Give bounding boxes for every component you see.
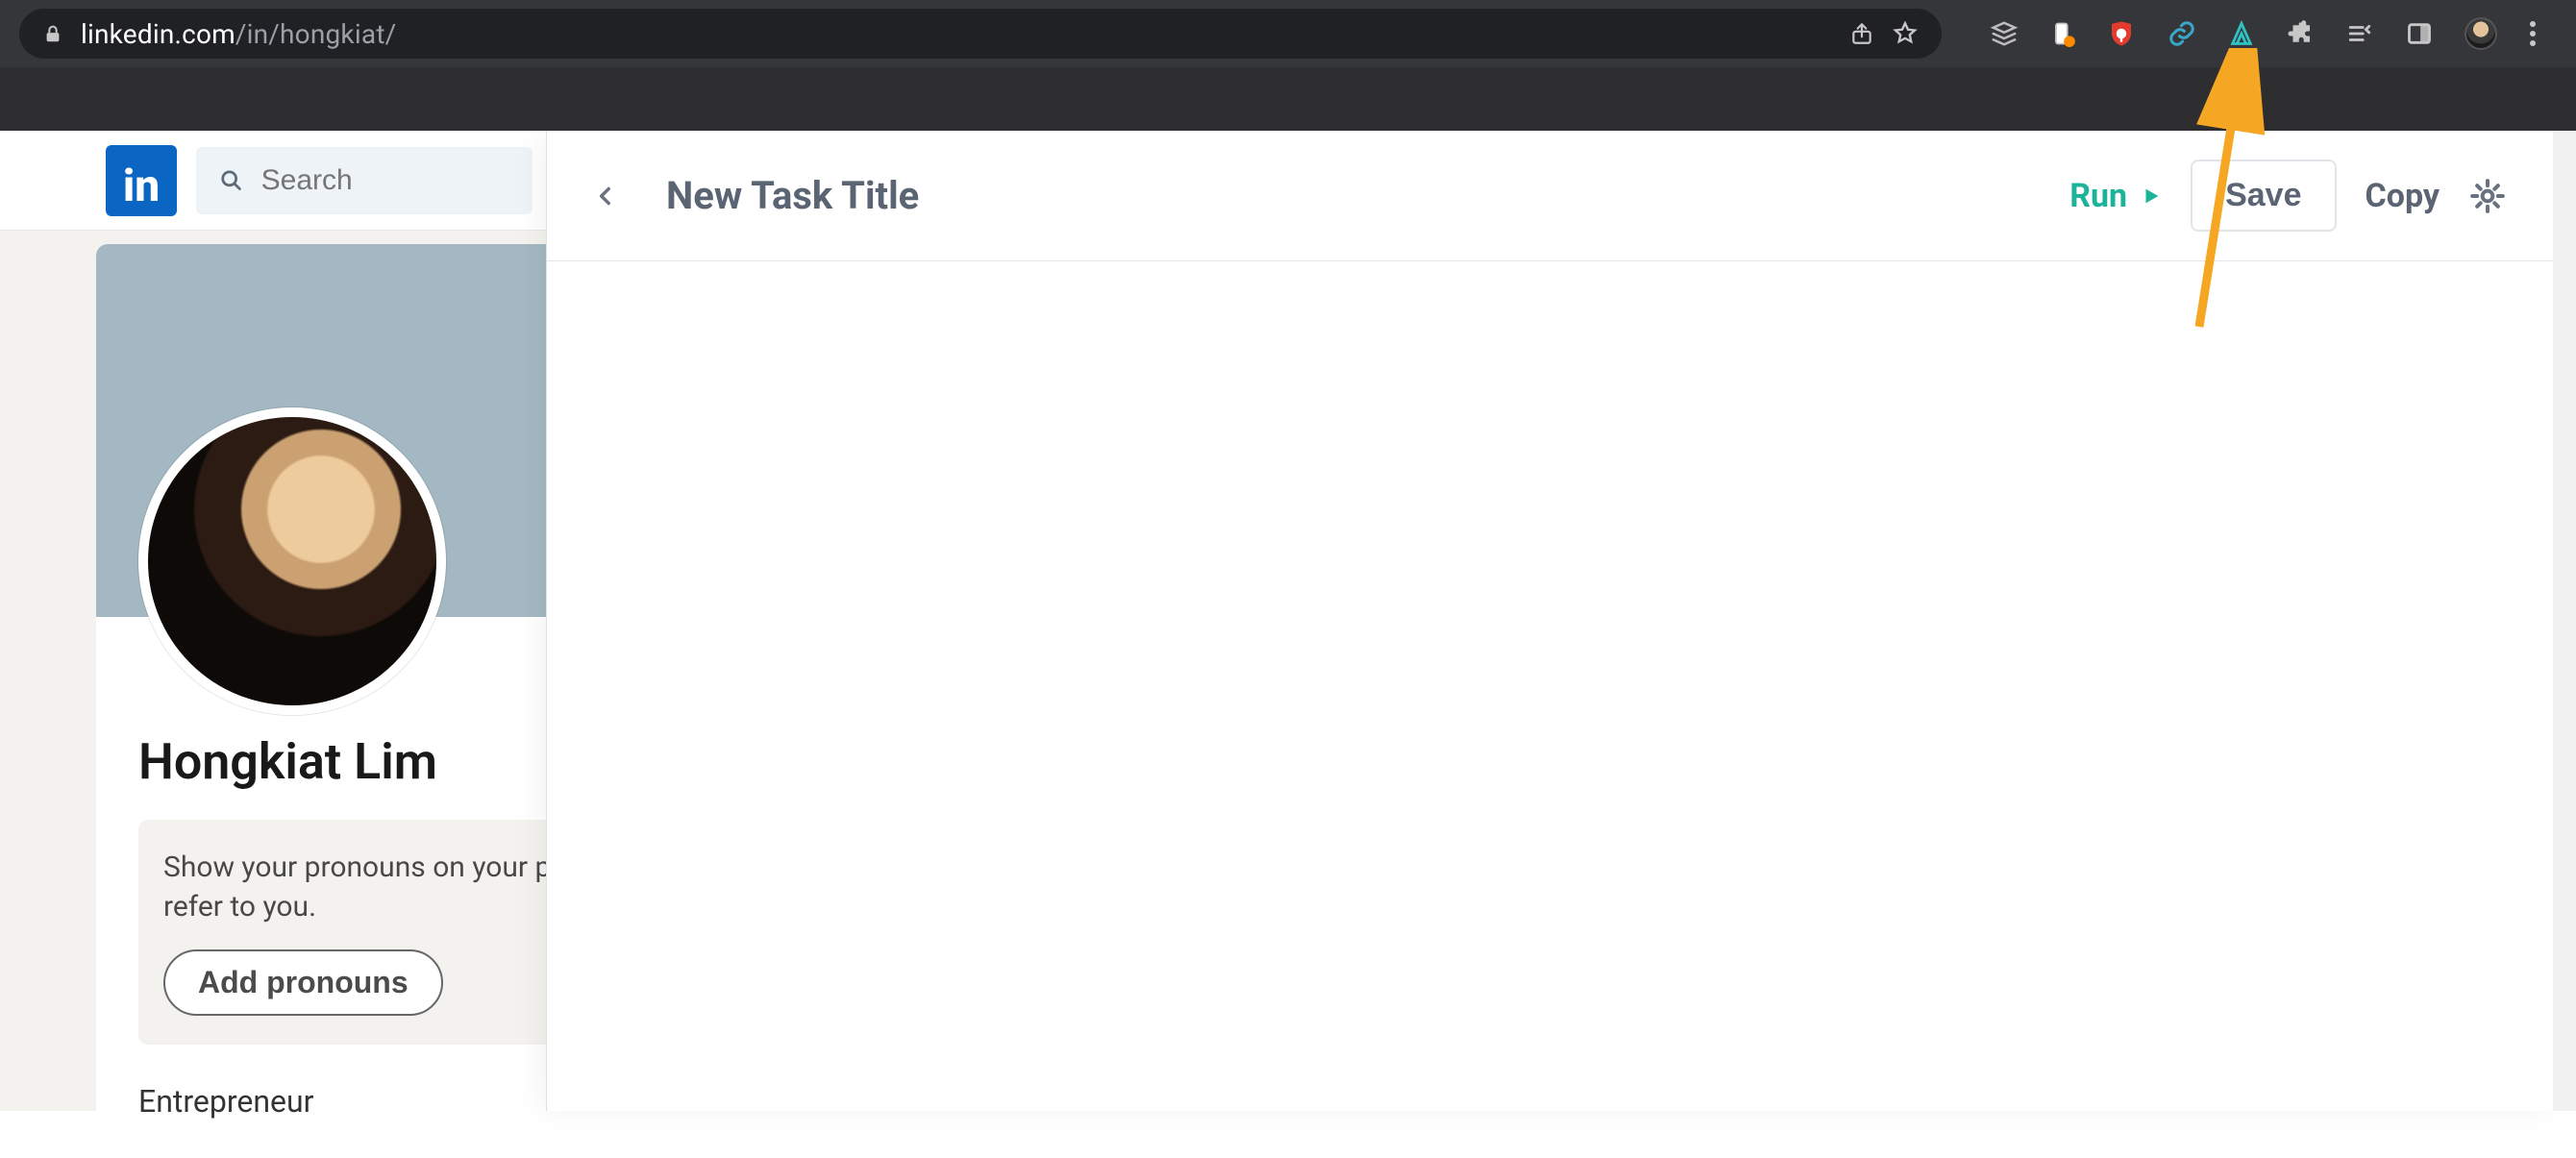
search-input[interactable]	[261, 164, 509, 197]
profile-avatar-icon[interactable]	[2465, 17, 2497, 50]
share-icon[interactable]	[1849, 21, 1874, 46]
address-bar[interactable]: linkedin.com/in/hongkiat/	[19, 9, 1942, 59]
orange-badge-icon[interactable]	[2049, 19, 2076, 48]
pronouns-line2: refer to you.	[163, 890, 316, 924]
run-button[interactable]: Run	[2069, 177, 2162, 215]
extensions-row	[1990, 17, 2538, 50]
url-host: linkedin.com	[81, 18, 235, 50]
panel-toolbar: New Task Title Run Save Copy	[547, 131, 2553, 261]
browser-strip	[0, 67, 2576, 131]
linkedin-logo[interactable]: in	[106, 145, 177, 216]
copy-button[interactable]: Copy	[2365, 177, 2440, 215]
profile-avatar[interactable]	[138, 407, 446, 715]
settings-button[interactable]	[2468, 177, 2507, 215]
ublock-icon[interactable]	[2107, 19, 2136, 48]
scrollbar[interactable]	[2553, 131, 2576, 1111]
task-title[interactable]: New Task Title	[666, 173, 919, 218]
chainlink-icon[interactable]	[2167, 19, 2197, 48]
back-button[interactable]	[593, 178, 618, 214]
lock-icon	[42, 21, 63, 46]
gear-icon	[2468, 177, 2507, 215]
pronouns-line1: Show your pronouns on your p	[163, 850, 551, 884]
kebab-menu-icon[interactable]	[2528, 19, 2538, 48]
add-pronouns-button[interactable]: Add pronouns	[163, 949, 443, 1016]
extension-panel: New Task Title Run Save Copy	[546, 131, 2553, 1111]
puzzle-icon[interactable]	[2286, 19, 2315, 48]
save-button[interactable]: Save	[2191, 160, 2336, 232]
axiom-icon[interactable]	[2228, 19, 2255, 48]
buffer-icon[interactable]	[1990, 19, 2019, 48]
search-icon	[219, 166, 244, 195]
linkedin-search[interactable]	[196, 147, 533, 214]
star-icon[interactable]	[1892, 20, 1919, 47]
browser-toolbar: linkedin.com/in/hongkiat/	[0, 0, 2576, 67]
reading-list-icon[interactable]	[2345, 21, 2374, 46]
run-label: Run	[2069, 177, 2127, 215]
play-icon	[2141, 185, 2162, 207]
url-text: linkedin.com/in/hongkiat/	[81, 18, 396, 50]
url-path: /in/hongkiat/	[235, 18, 397, 50]
sidepanel-icon[interactable]	[2405, 20, 2434, 47]
